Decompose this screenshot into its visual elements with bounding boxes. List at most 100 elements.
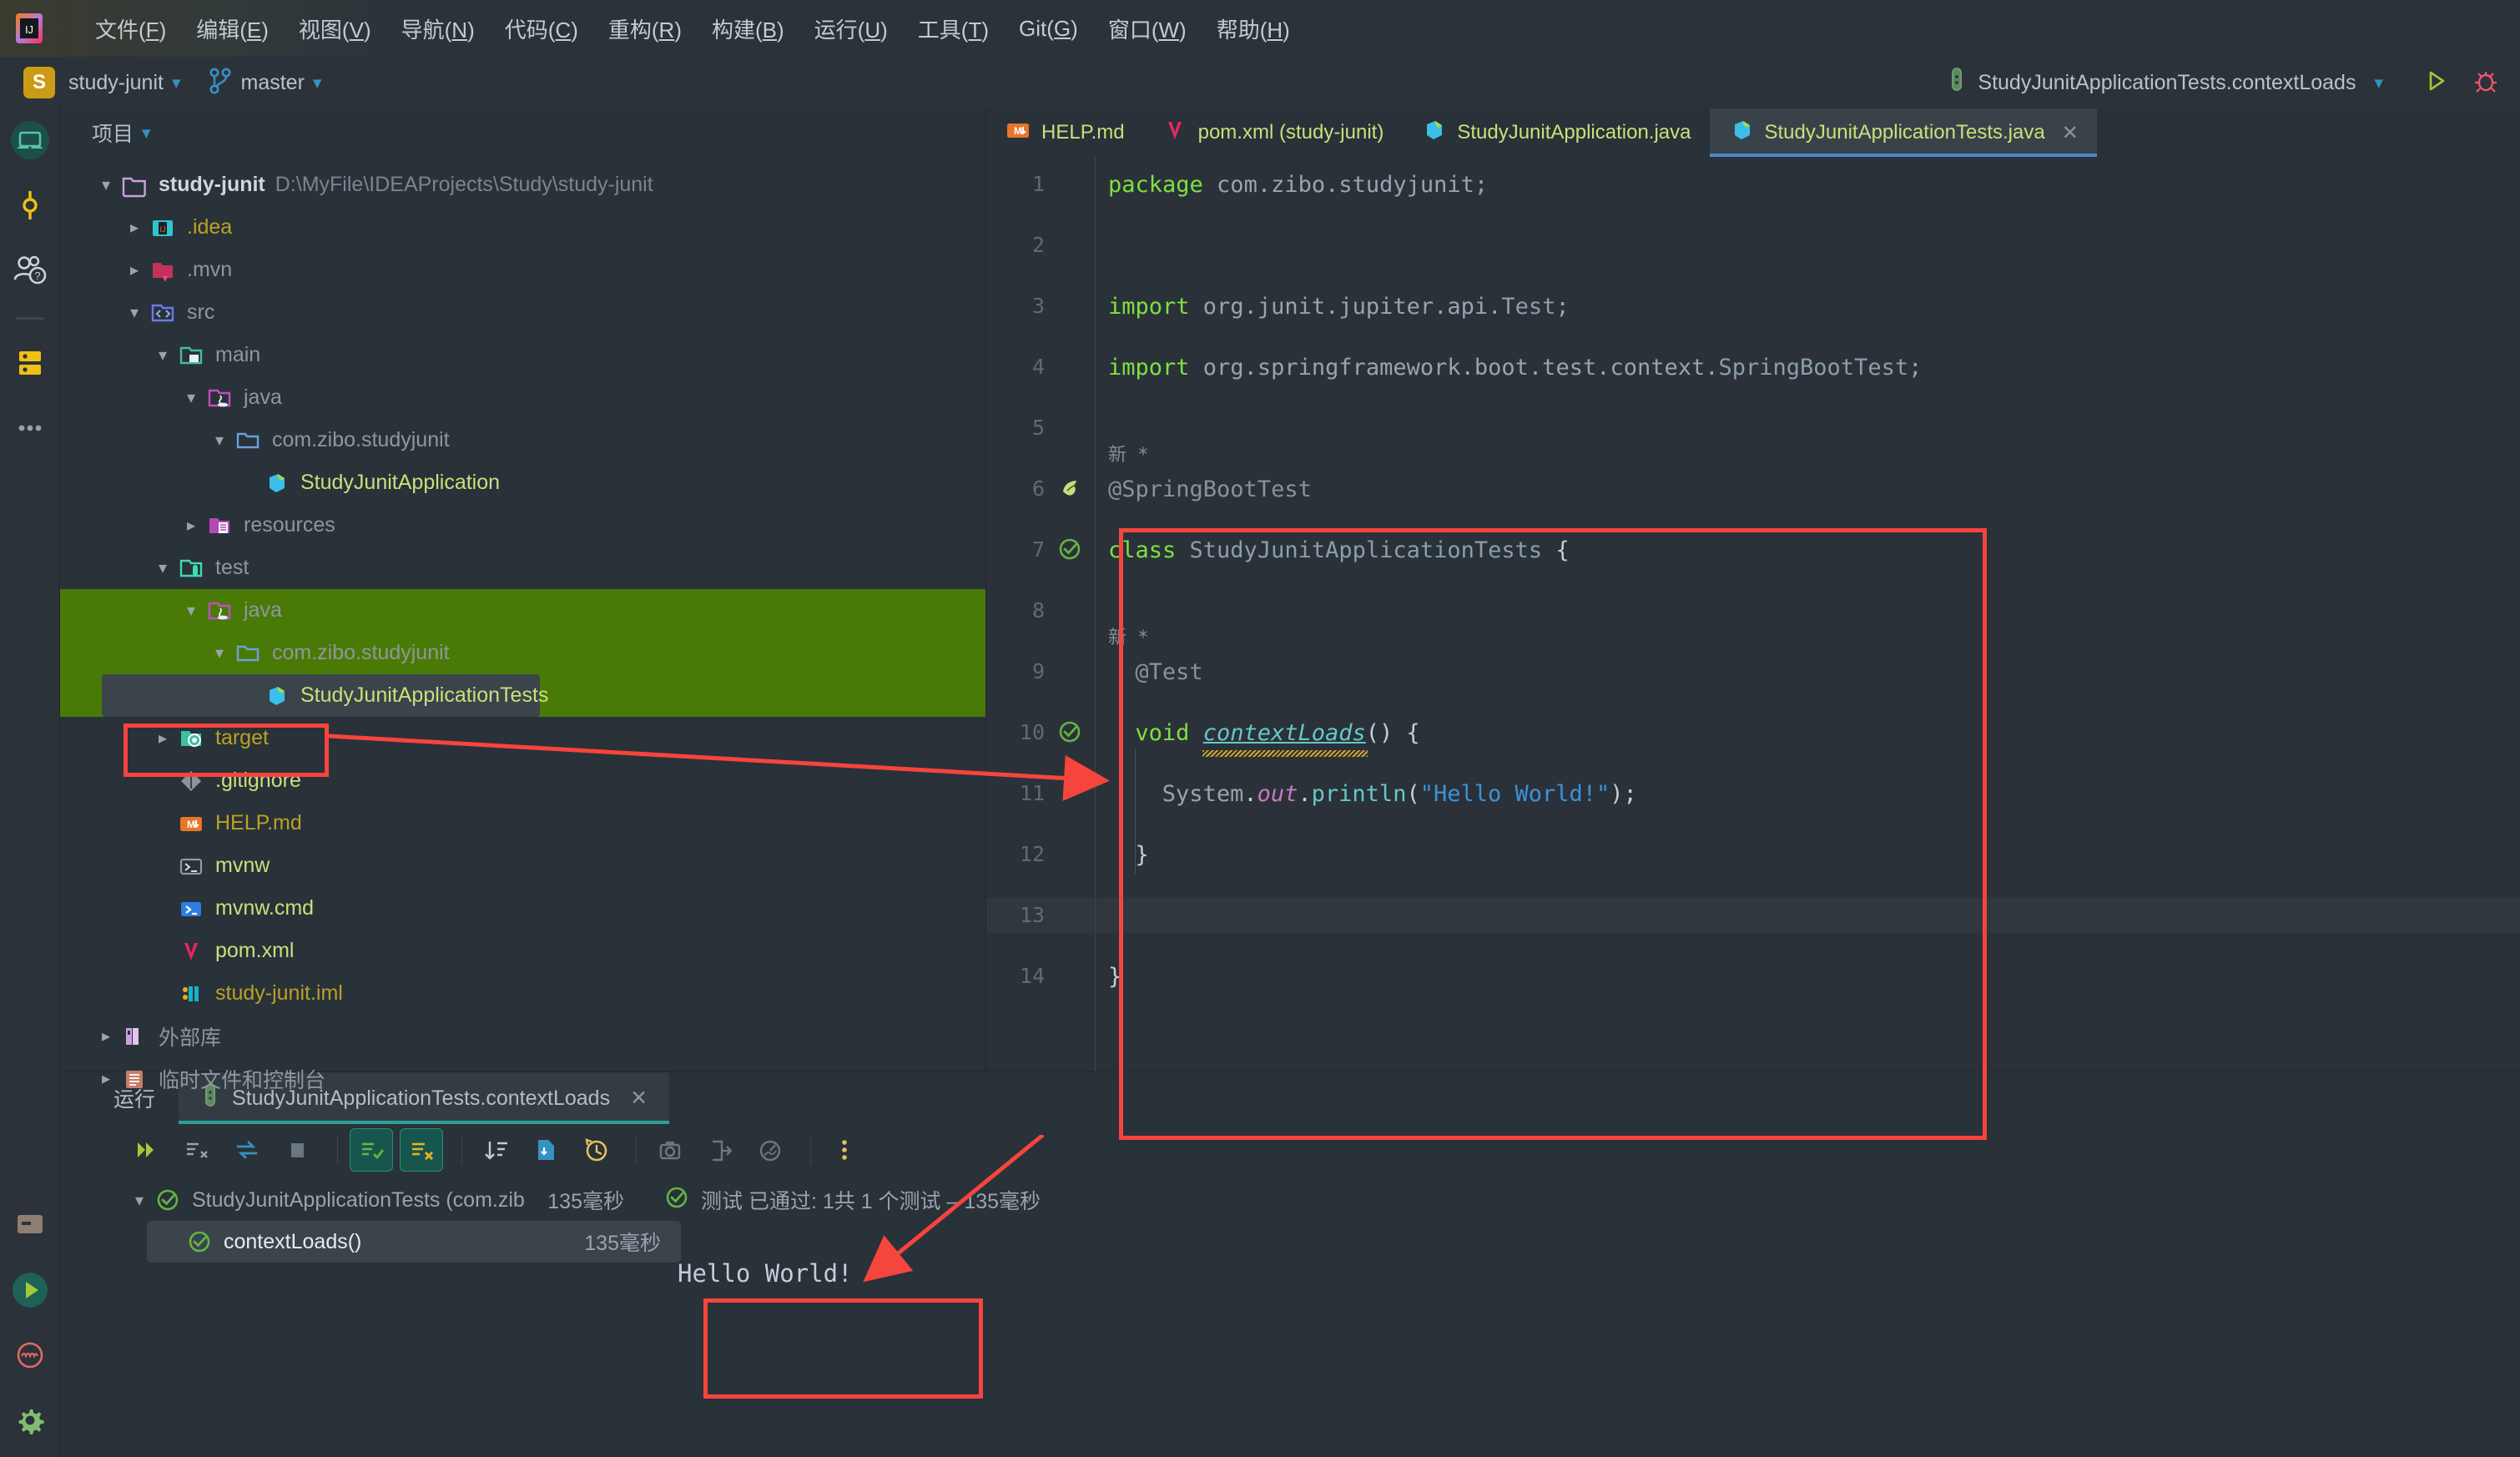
tree-row-15[interactable]: .gitignore xyxy=(60,759,985,802)
menu-item-6[interactable]: 重构(R) xyxy=(593,8,697,49)
show-passed-tests-toggle[interactable] xyxy=(350,1128,393,1172)
tree-row-20[interactable]: study-junit.iml xyxy=(60,972,985,1015)
test-tree-row-2[interactable]: contextLoads() 135毫秒 xyxy=(147,1221,681,1263)
profiler-button[interactable] xyxy=(748,1128,792,1172)
navigation-bar: S study-junit ▾ master ▾ StudyJunitAppli… xyxy=(0,57,2520,108)
project-file-tree[interactable]: ▾ study-junit D:\MyFile\IDEAProjects\Study… xyxy=(60,157,985,1100)
chevron-right-icon[interactable]: ▸ xyxy=(120,217,149,238)
chevron-right-icon[interactable]: ▸ xyxy=(92,1068,120,1089)
support-people-question-icon[interactable]: ? xyxy=(8,249,52,292)
chevron-down-icon[interactable]: ▾ xyxy=(177,600,205,621)
chevron-down-icon[interactable]: ▾ xyxy=(92,174,120,195)
chevron-down-icon[interactable]: ▾ xyxy=(205,430,234,451)
editor-tab-1[interactable]: M HELP.md xyxy=(986,108,1143,157)
test-history-button[interactable] xyxy=(574,1128,617,1172)
test-console[interactable]: 测试 已通过: 1共 1 个测试 – 135毫秒 Hello World! xyxy=(644,1176,2520,1457)
rerun-button[interactable] xyxy=(125,1128,169,1172)
menu-item-9[interactable]: 工具(T) xyxy=(903,8,1004,49)
editor-tab-3[interactable]: StudyJunitApplication.java xyxy=(1402,108,1709,157)
menu-item-1[interactable]: 文件(F) xyxy=(80,8,181,49)
chevron-down-icon[interactable]: ▾ xyxy=(177,387,205,408)
tree-row-16[interactable]: M HELP.md xyxy=(60,802,985,844)
database-tool-window-button[interactable] xyxy=(8,341,52,385)
tree-row-13[interactable]: StudyJunitApplicationTests xyxy=(60,674,985,717)
menu-item-11[interactable]: 窗口(W) xyxy=(1093,8,1202,49)
tree-row-5[interactable]: ▾ main xyxy=(60,334,985,376)
run-button[interactable] xyxy=(2422,67,2450,99)
menu-item-3[interactable]: 视图(V) xyxy=(284,8,386,49)
tree-row-17[interactable]: mvnw xyxy=(60,844,985,887)
tree-row-3[interactable]: ▸ .mvn xyxy=(60,249,985,291)
git-branch-label[interactable]: master xyxy=(241,71,305,95)
tree-row-21[interactable]: ▸ 外部库 xyxy=(60,1015,985,1057)
more-options-button[interactable] xyxy=(823,1128,866,1172)
more-tool-windows-ellipsis-icon[interactable] xyxy=(8,406,52,450)
settings-gear-icon[interactable] xyxy=(8,1399,52,1442)
tree-row-8[interactable]: StudyJunitApplication xyxy=(60,461,985,504)
run-test-green-icon[interactable] xyxy=(1056,718,1085,747)
menu-item-10[interactable]: Git(G) xyxy=(1004,11,1093,47)
chevron-down-icon[interactable]: ▾ xyxy=(125,1190,154,1211)
chevron-down-icon[interactable]: ▾ xyxy=(120,302,149,323)
screenshot-button[interactable] xyxy=(648,1128,692,1172)
menu-item-2[interactable]: 编辑(E) xyxy=(181,8,284,49)
debug-button[interactable] xyxy=(2472,67,2500,99)
menu-item-4[interactable]: 导航(N) xyxy=(386,8,490,49)
chevron-right-icon[interactable]: ▸ xyxy=(177,515,205,536)
chevron-down-icon[interactable]: ▾ xyxy=(149,345,177,366)
menu-item-12[interactable]: 帮助(H) xyxy=(1202,8,1305,49)
rerun-failed-tests-button[interactable] xyxy=(175,1128,219,1172)
project-badge[interactable]: S xyxy=(23,67,55,98)
commit-tool-window-button[interactable] xyxy=(8,184,52,227)
tree-row-12[interactable]: ▾ com.zibo.studyjunit xyxy=(60,632,985,674)
tree-row-19[interactable]: pom.xml xyxy=(60,930,985,972)
tree-row-2[interactable]: ▸ IJ .idea xyxy=(60,206,985,249)
toggle-auto-test-button[interactable] xyxy=(225,1128,269,1172)
tree-row-10[interactable]: ▾ test xyxy=(60,547,985,589)
menu-item-8[interactable]: 运行(U) xyxy=(799,8,903,49)
tree-row-6[interactable]: ▾ java xyxy=(60,376,985,419)
code-area[interactable]: 1 2 3 4 5 6 7 8 9 10 11 12 13 14 package com.zibo.stu… xyxy=(986,157,2520,1071)
sort-by-duration-button[interactable] xyxy=(474,1128,517,1172)
project-panel-chevron-down-icon[interactable]: ▾ xyxy=(142,123,151,144)
run-test-green-icon[interactable] xyxy=(1056,536,1085,564)
chevron-down-icon[interactable]: ▾ xyxy=(149,557,177,578)
tree-row-18[interactable]: mvnw.cmd xyxy=(60,887,985,930)
run-toolbar[interactable] xyxy=(60,1124,2520,1176)
test-results-tree[interactable]: ▾ StudyJunitApplicationTests (com.zib 135毫… xyxy=(60,1176,681,1457)
terminal-tool-window-button[interactable] xyxy=(8,1203,52,1247)
chevron-down-icon[interactable]: ▾ xyxy=(205,643,234,663)
editor-gutter[interactable]: 1 2 3 4 5 6 7 8 9 10 11 12 13 14 xyxy=(986,157,1095,1071)
run-tab-close-icon[interactable]: ✕ xyxy=(630,1086,648,1111)
tree-row-11[interactable]: ▾ java xyxy=(60,589,985,632)
open-source-button[interactable] xyxy=(524,1128,567,1172)
export-test-results-button[interactable] xyxy=(698,1128,742,1172)
show-ignored-tests-toggle[interactable] xyxy=(400,1128,443,1172)
menu-item-7[interactable]: 构建(B) xyxy=(697,8,799,49)
menu-item-5[interactable]: 代码(C) xyxy=(490,8,593,49)
editor-tab-bar[interactable]: M HELP.md pom.xml (study-junit) StudyJunitA… xyxy=(986,108,2520,157)
run-config-label[interactable]: StudyJunitApplicationTests.contextLoads xyxy=(1978,71,2356,95)
problems-tool-window-button[interactable] xyxy=(8,1333,52,1377)
stop-button[interactable] xyxy=(275,1128,319,1172)
tree-row-14[interactable]: ▸ target xyxy=(60,717,985,759)
editor-tab-close-icon[interactable]: ✕ xyxy=(2062,121,2079,145)
tree-row-4[interactable]: ▾ src xyxy=(60,291,985,334)
project-chevron-down-icon[interactable]: ▾ xyxy=(172,73,181,93)
test-tree-row-1[interactable]: ▾ StudyJunitApplicationTests (com.zib 135毫… xyxy=(125,1179,644,1221)
tree-row-7[interactable]: ▾ com.zibo.studyjunit xyxy=(60,419,985,461)
chevron-right-icon[interactable]: ▸ xyxy=(120,260,149,280)
chevron-right-icon[interactable]: ▸ xyxy=(149,728,177,749)
editor-tab-4[interactable]: StudyJunitApplicationTests.java ✕ xyxy=(1709,108,2098,157)
run-tool-window-button[interactable] xyxy=(8,1268,52,1312)
chevron-right-icon[interactable]: ▸ xyxy=(92,1026,120,1046)
tree-row-1[interactable]: ▾ study-junit D:\MyFile\IDEAProjects\Study… xyxy=(60,164,985,206)
tree-row-9[interactable]: ▸ resources xyxy=(60,504,985,547)
editor-text[interactable]: package com.zibo.studyjunit; import org.j… xyxy=(1095,157,2520,1071)
project-tool-window-button[interactable] xyxy=(8,118,52,162)
branch-chevron-down-icon[interactable]: ▾ xyxy=(313,73,322,93)
editor-tab-2[interactable]: pom.xml (study-junit) xyxy=(1143,108,1403,157)
spring-bean-icon[interactable] xyxy=(1056,475,1085,503)
project-name-label[interactable]: study-junit xyxy=(68,71,164,95)
run-config-chevron-down-icon[interactable]: ▾ xyxy=(2374,73,2383,93)
